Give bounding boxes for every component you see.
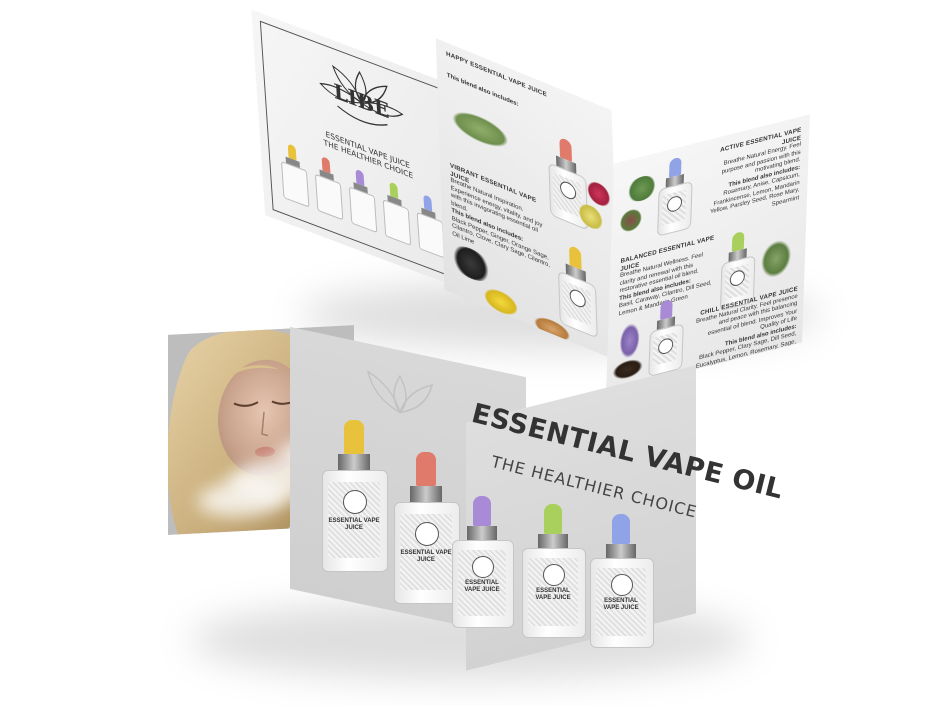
chill-section: CHILL ESSENTIAL VAPE JUICE Breathe Natur… xyxy=(692,285,798,379)
active-bottle xyxy=(657,154,693,237)
chill-bottle xyxy=(648,296,684,378)
lavender-image xyxy=(619,321,641,361)
brochure-inside-right-panel: ACTIVE ESSENTIAL VAPE JUICE Breathe Natu… xyxy=(606,114,810,392)
mini-bottle-purple xyxy=(347,166,378,234)
bottle-label-text: ESSENTIAL VAPE JUICE xyxy=(400,550,452,563)
mint-image xyxy=(626,172,658,205)
vanilla-pods-image xyxy=(612,356,644,383)
bottle-label-text: ESSENTIAL VAPE JUICE xyxy=(464,580,500,593)
bottle-label-text: ESSENTIAL VAPE JUICE xyxy=(328,518,380,531)
active-section: ACTIVE ESSENTIAL VAPE JUICE Breathe Natu… xyxy=(699,126,802,227)
cover-bottle-purple: ESSENTIAL VAPE JUICE xyxy=(452,496,514,628)
sage-leaves-image xyxy=(451,104,509,155)
vibrant-bottle xyxy=(557,240,598,339)
brochure-mockup-scene: LIBE ESSENTIAL VAPE JUICE THE HEALTHIER … xyxy=(0,0,950,706)
mini-bottle-red xyxy=(314,153,344,221)
cover-bottle-green: ESSENTIAL VAPE JUICE xyxy=(522,504,586,638)
rosemary-image xyxy=(619,206,643,235)
mini-bottle-yellow xyxy=(280,140,310,208)
thyme-image xyxy=(760,236,792,281)
cover-bottle-red: ESSENTIAL VAPE JUICE xyxy=(394,452,460,604)
bottle-label-text: ESSENTIAL VAPE JUICE xyxy=(535,588,571,601)
cover-bottle-yellow: ESSENTIAL VAPE JUICE xyxy=(322,420,388,572)
bottle-label-text: ESSENTIAL VAPE JUICE xyxy=(603,598,639,611)
mini-bottle-blue xyxy=(415,191,446,259)
cover-bottle-blue: ESSENTIAL VAPE JUICE xyxy=(590,514,654,648)
mini-bottle-green xyxy=(381,179,412,246)
